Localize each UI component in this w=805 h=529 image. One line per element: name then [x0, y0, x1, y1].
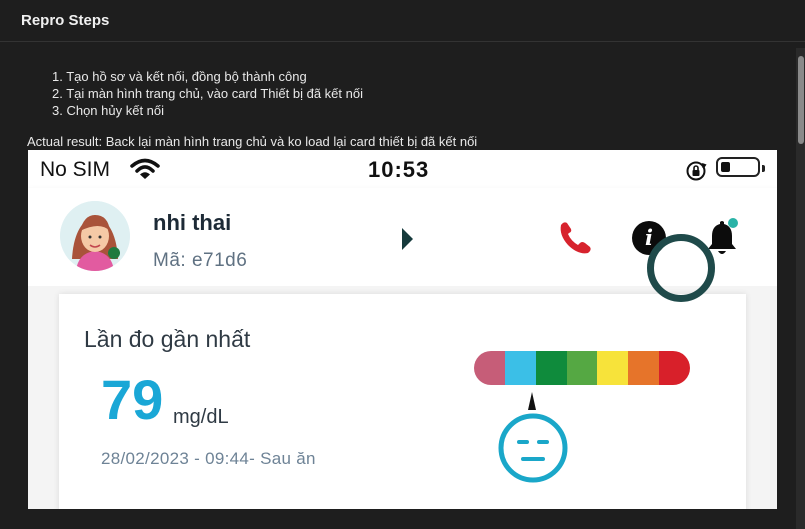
phone-icon[interactable] — [556, 219, 596, 255]
scale-segment — [628, 351, 660, 385]
battery-icon — [716, 157, 765, 177]
scale-segment — [504, 351, 536, 385]
scrollbar-thumb[interactable] — [798, 56, 804, 144]
carrier-label: No SIM — [40, 158, 111, 181]
repro-steps-list: 1. Tạo hồ sơ và kết nối, đồng bộ thành c… — [52, 68, 363, 119]
actual-result-text: Actual result: Back lại màn hình trang c… — [27, 134, 478, 149]
glucose-unit: mg/dL — [173, 406, 229, 428]
profile-code: Mã: e71d6 — [153, 250, 248, 271]
scale-segment — [659, 351, 690, 385]
scale-segment — [597, 351, 629, 385]
partial-circle-shape — [647, 234, 715, 302]
avatar[interactable] — [60, 201, 130, 271]
scale-pointer — [528, 392, 536, 410]
scale-segment — [566, 351, 598, 385]
glucose-scale-bar — [474, 351, 690, 385]
rotation-lock-icon — [686, 161, 707, 181]
panel-title: Repro Steps — [21, 12, 110, 29]
profile-name: nhi thai — [153, 210, 232, 235]
status-bar: No SIM 10:53 — [28, 150, 777, 188]
wifi-icon — [130, 158, 160, 179]
latest-measurement-card[interactable]: Lần đo gần nhất 79 mg/dL 28/02/2023 - 09… — [59, 234, 746, 509]
neutral-face-icon — [498, 413, 568, 483]
home-content: Lần đo gần nhất 79 mg/dL 28/02/2023 - 09… — [28, 234, 777, 509]
glucose-value: 79 — [101, 368, 164, 431]
step-item: 3. Chọn hủy kết nối — [52, 103, 165, 118]
step-item: 1. Tạo hồ sơ và kết nối, đồng bộ thành c… — [52, 69, 307, 84]
chevron-right-icon[interactable] — [400, 228, 414, 250]
step-item: 2. Tại màn hình trang chủ, vào card Thiế… — [52, 86, 363, 101]
panel-header: Repro Steps — [0, 0, 805, 42]
scale-segment — [535, 351, 567, 385]
screenshot-image: No SIM 10:53 nhi thai Mã: e71d6 i Lần đo… — [28, 150, 777, 509]
measurement-datetime: 28/02/2023 - 09:44- Sau ăn — [101, 449, 316, 468]
scale-segment — [474, 351, 505, 385]
card-title: Lần đo gần nhất — [84, 326, 251, 352]
status-time: 10:53 — [368, 157, 430, 182]
